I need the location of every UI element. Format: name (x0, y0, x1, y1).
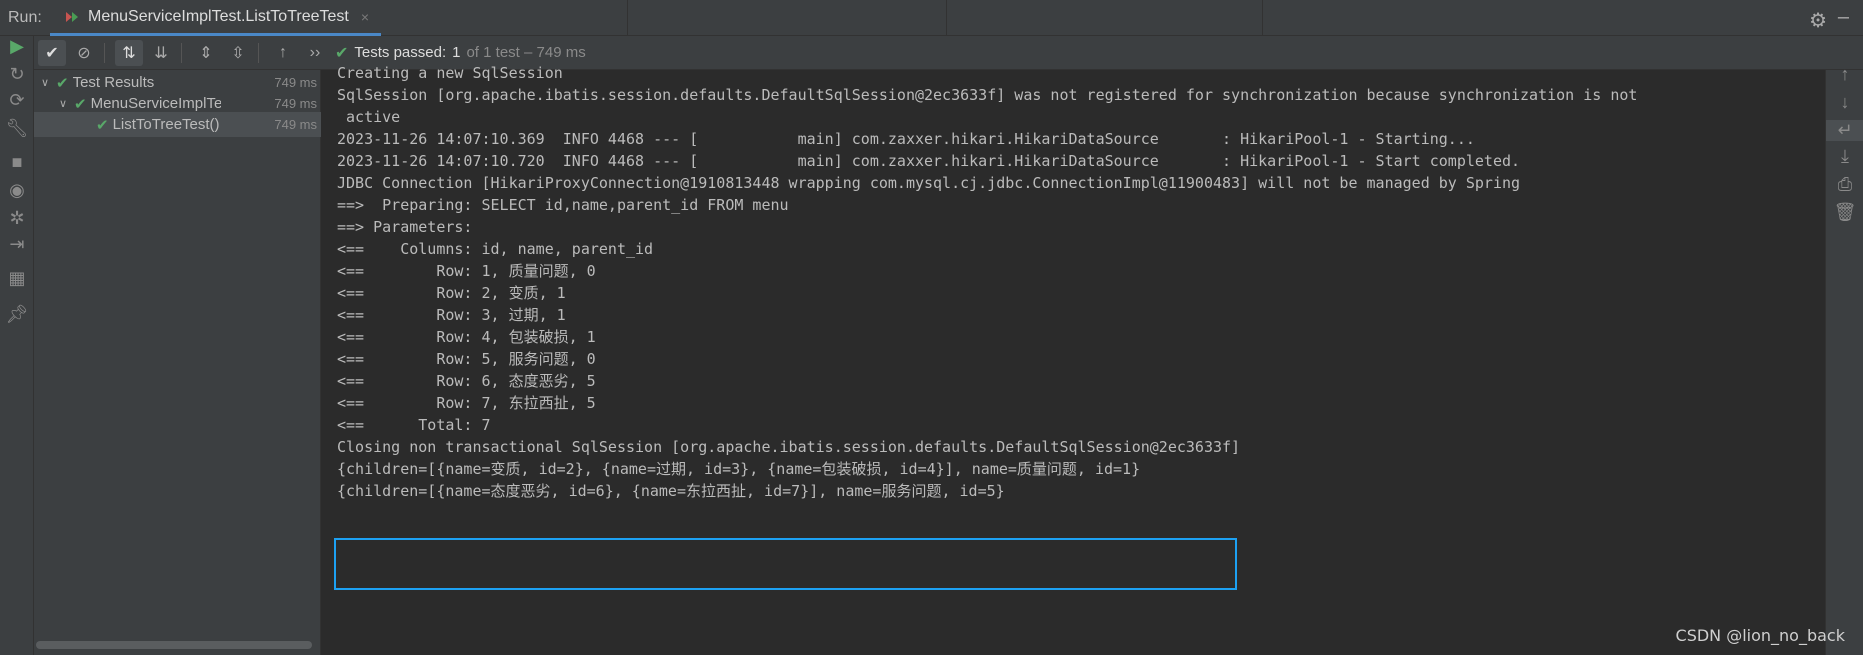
check-icon: ✔ (74, 95, 87, 113)
tab-run-config[interactable]: MenuServiceImplTest.ListToTreeTest × (50, 0, 382, 36)
expand-all-button[interactable]: ⇕ (192, 40, 220, 66)
console-line: <== Row: 7, 东拉西扯, 5 (337, 394, 596, 412)
console-line: Closing non transactional SqlSession [or… (337, 438, 1241, 456)
scroll-to-end-icon[interactable]: ⤓ (1826, 146, 1863, 167)
tab-title: MenuServiceImplTest.ListToTreeTest (88, 7, 349, 25)
chevron-down-icon[interactable]: ∨ (56, 97, 70, 110)
tree-item-label: MenuServiceImplTest (90, 95, 221, 112)
tree-item-time: 749 ms (274, 75, 317, 90)
run-label: Run: (8, 9, 42, 26)
console-line: <== Columns: id, name, parent_id (337, 240, 654, 258)
show-passed-button[interactable]: ✔ (38, 39, 66, 66)
gear-icon[interactable]: ⚙ (1809, 8, 1827, 33)
console-line: <== Row: 3, 过期, 1 (337, 306, 566, 324)
pin-icon[interactable]: 📌︎ (0, 304, 34, 325)
junit-run-icon (66, 10, 80, 24)
toggle-autotest-icon[interactable]: ⟳ (0, 90, 34, 111)
minimize-icon[interactable]: – (1838, 6, 1849, 29)
tests-passed-label: Tests passed: (354, 44, 447, 61)
soft-wrap-icon[interactable]: ↵ (1826, 120, 1863, 141)
close-icon[interactable]: × (361, 9, 369, 25)
trash-icon[interactable]: 🗑︎ (1826, 202, 1863, 223)
console-line: <== Row: 2, 变质, 1 (337, 284, 566, 302)
tree-item-label: Test Results (72, 74, 155, 91)
check-icon: ✔ (56, 74, 69, 92)
check-icon: ✔ (335, 44, 349, 62)
tree-item-time: 749 ms (274, 96, 317, 111)
horizontal-scrollbar[interactable] (36, 641, 312, 649)
exit-icon[interactable]: ⇥ (0, 234, 34, 255)
show-ignored-button[interactable]: ⊘ (70, 40, 98, 66)
chevron-down-icon[interactable]: ∨ (38, 76, 52, 89)
toolbar-divider (104, 42, 105, 63)
console-line: SqlSession [org.apache.ibatis.session.de… (337, 86, 1638, 104)
stop-icon[interactable]: ■ (0, 152, 34, 173)
header-divider (627, 0, 628, 36)
header-divider (1262, 0, 1263, 36)
layout-icon[interactable]: ▦ (0, 268, 34, 289)
console-line: 2023-11-26 14:07:10.720 INFO 4468 --- [ … (337, 152, 1521, 170)
tree-item-time: 749 ms (274, 117, 317, 132)
print-icon[interactable]: ⎙ (1826, 174, 1863, 195)
console-line: <== Row: 1, 质量问题, 0 (337, 262, 596, 280)
console-line: {children=[{name=变质, id=2}, {name=过期, id… (337, 460, 1141, 478)
previous-failed-button[interactable]: ↑ (269, 40, 297, 66)
toolbar-divider (181, 42, 182, 63)
console-line: ==> Parameters: (337, 218, 482, 236)
scroll-up-icon[interactable]: ↑ (1826, 64, 1863, 85)
rerun-icon[interactable]: ▶ (0, 36, 34, 57)
wrench-icon[interactable]: 🔧︎ (0, 118, 34, 139)
watermark: CSDN @lion_no_back (1675, 626, 1845, 645)
test-toolbar: ✔ ⊘ ⇅ ⇊ ⇕ ⇳ ↑ ›› ✔ Tests passed: 1 of 1 … (34, 36, 1863, 70)
gear-icon[interactable]: ✲ (0, 208, 34, 229)
tree-item-test-method[interactable]: ✔ ListToTreeTest() 749 ms (34, 112, 321, 137)
console-line: Creating a new SqlSession (337, 64, 563, 82)
console-line: <== Total: 7 (337, 416, 491, 434)
more-actions-button[interactable]: ›› (301, 40, 329, 66)
console-output[interactable]: Creating a new SqlSession SqlSession [or… (322, 64, 1825, 655)
console-line: <== Row: 6, 态度恶劣, 5 (337, 372, 596, 390)
console-line: 2023-11-26 14:07:10.369 INFO 4468 --- [ … (337, 130, 1475, 148)
highlight-box (334, 538, 1237, 590)
console-line: {children=[{name=态度恶劣, id=6}, {name=东拉西扯… (337, 482, 1005, 500)
right-toolbar: ↑ ↓ ↵ ⤓ ⎙ 🗑︎ (1825, 64, 1863, 655)
tree-item-label: ListToTreeTest() (112, 116, 220, 133)
sort-by-duration-button[interactable]: ⇊ (147, 40, 175, 66)
console-line: ==> Preparing: SELECT id,name,parent_id … (337, 196, 789, 214)
collapse-all-button[interactable]: ⇳ (224, 40, 252, 66)
check-icon: ✔ (96, 116, 109, 134)
rerun-failed-icon[interactable]: ↻ (0, 64, 34, 85)
tests-passed-summary: of 1 test – 749 ms (466, 44, 586, 61)
tests-passed-count: 1 (452, 44, 461, 61)
run-header: Run: MenuServiceImplTest.ListToTreeTest … (0, 0, 1863, 36)
left-toolbar: ▶ ↻ ⟳ 🔧︎ ■ ◉ ✲ ⇥ ▦ 📌︎ (0, 36, 34, 655)
console-line: JDBC Connection [HikariProxyConnection@1… (337, 174, 1521, 192)
scroll-down-icon[interactable]: ↓ (1826, 92, 1863, 113)
camera-icon[interactable]: ◉ (0, 180, 34, 201)
tests-passed-status: ✔ Tests passed: 1 of 1 test – 749 ms (335, 43, 586, 63)
console-line: active (337, 108, 401, 126)
toolbar-divider (258, 42, 259, 63)
header-divider (946, 0, 947, 36)
console-line: <== Row: 5, 服务问题, 0 (337, 350, 596, 368)
test-tree: ∨ ✔ Test Results 749 ms ∨ ✔ MenuServiceI… (34, 70, 321, 655)
sort-alphabetically-button[interactable]: ⇅ (115, 39, 143, 66)
console-line: <== Row: 4, 包装破损, 1 (337, 328, 596, 346)
